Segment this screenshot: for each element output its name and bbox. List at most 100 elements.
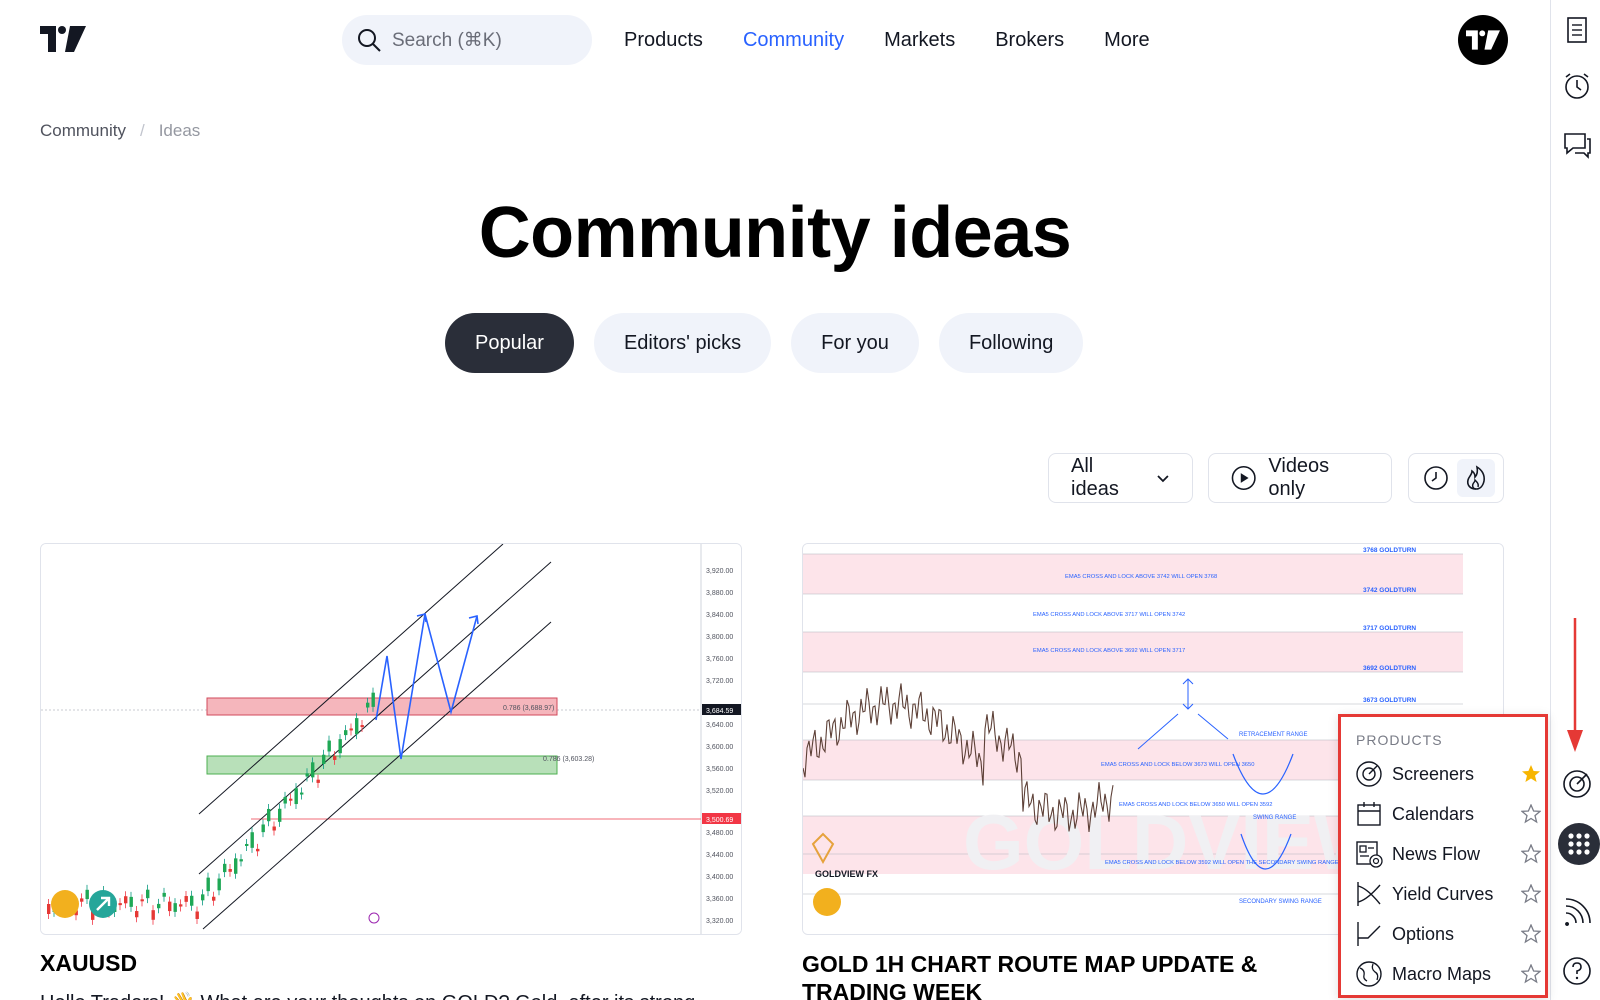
price-axis-label: 3,480.00 [706,830,733,837]
menu-label-macro-maps: Macro Maps [1392,963,1492,984]
breadcrumb-community[interactable]: Community [40,121,126,141]
candle-body [311,762,315,778]
candle-body [261,824,265,833]
candle-body [355,718,359,735]
menu-item-yield-curves[interactable]: Yield Curves [1355,876,1541,912]
author-badge-icon [51,890,79,918]
candle-body [162,892,166,897]
idea-card-chart-xauusd[interactable]: 3,920.00 3,880.00 3,840.00 3,800.00 3,760.00… [40,543,742,935]
alarm-clock-icon[interactable] [1561,70,1593,102]
videos-only-toggle[interactable]: Videos only [1208,453,1392,503]
candle-body [157,903,161,909]
idea-tabs: Popular Editors' picks For you Following [445,313,1084,373]
user-avatar[interactable] [1458,15,1508,65]
price-tag-label: 3,684.59 [706,708,733,715]
nav-markets[interactable]: Markets [884,26,955,54]
candle-body [184,896,188,902]
tab-editors-picks[interactable]: Editors' picks [593,313,772,373]
star-outline-icon[interactable] [1521,964,1541,984]
candle-body [118,903,122,906]
candle-body [327,740,331,752]
star-outline-icon[interactable] [1521,844,1541,864]
menu-label-news-flow: News Flow [1392,843,1481,864]
nav-brokers[interactable]: Brokers [995,26,1064,54]
chart-watermark: GOLDVIEW [963,798,1388,886]
sort-trending-button[interactable] [1457,459,1495,497]
menu-label-yield-curves: Yield Curves [1392,883,1494,904]
products-apps-button[interactable] [1558,823,1600,865]
candle-body [223,863,227,873]
candle-body [283,796,287,804]
star-outline-icon[interactable] [1521,884,1541,904]
menu-item-options[interactable]: Options [1355,916,1541,952]
range-label: SWING RANGE [1253,815,1296,821]
options-icon [1357,922,1381,946]
watchlist-icon[interactable] [1561,14,1593,46]
candle-body [278,808,282,822]
candle-body [316,779,320,783]
tradingview-logo[interactable] [40,26,86,52]
price-axis-label: 3,800.00 [706,634,733,641]
sort-latest-button[interactable] [1417,459,1455,497]
level-label: 3742 GOLDTURN [1363,587,1416,594]
candle-body [267,808,271,822]
candle-body [129,896,133,907]
nav-products[interactable]: Products [624,26,703,54]
candle-body [294,788,298,805]
right-sidebar [1550,0,1600,1000]
chat-icon[interactable] [1561,128,1593,160]
sort-toggle [1408,453,1504,503]
price-axis-label: 3,560.00 [706,766,733,773]
tab-popular[interactable]: Popular [445,313,574,373]
menu-item-screeners[interactable]: Screeners [1355,756,1541,792]
candle-body [333,756,337,760]
nav-community[interactable]: Community [743,26,844,54]
candle-body [206,877,210,892]
candle-body [305,773,309,777]
range-label: RETRACEMENT RANGE [1239,732,1308,738]
price-axis-label: 3,880.00 [706,590,733,597]
star-outline-icon[interactable] [1521,924,1541,944]
products-menu: PRODUCTS Screeners Calendars News Flow Y… [1338,714,1548,998]
xauusd-chart: 3,920.00 3,880.00 3,840.00 3,800.00 3,760.00… [41,544,741,934]
search-placeholder: Search (⌘K) [392,29,502,51]
menu-label-calendars: Calendars [1392,803,1475,824]
menu-item-news-flow[interactable]: News Flow [1355,836,1541,872]
menu-item-macro-maps[interactable]: Macro Maps [1355,956,1541,992]
candle-body [366,702,370,708]
tab-following[interactable]: Following [938,313,1084,373]
screener-icon[interactable] [1561,768,1593,800]
price-axis-label: 3,360.00 [706,896,733,903]
candle-body [146,889,150,899]
all-ideas-dropdown[interactable]: All ideas [1048,453,1193,503]
videos-only-label: Videos only [1268,455,1330,500]
candle-body [245,843,249,846]
price-axis-label: 3,640.00 [706,722,733,729]
nav-more[interactable]: More [1104,26,1150,54]
candle-body [168,901,172,912]
yield-curve-icon [1357,882,1381,906]
candle-body [190,895,194,906]
breadcrumb-ideas: Ideas [158,121,201,140]
candle-body [349,728,353,731]
red-arrow-annotation [1567,618,1583,752]
search-icon [358,29,381,52]
candle-body [151,910,155,920]
star-outline-icon[interactable] [1521,804,1541,824]
card-description: Hello Traders! 👋 What are your thoughts … [40,990,695,1000]
top-navigation: Products Community Markets Brokers More [624,26,1190,54]
candle-body [212,896,216,901]
level-label: 3673 GOLDTURN [1363,697,1416,704]
tab-for-you[interactable]: For you [791,313,919,373]
search-input[interactable]: Search (⌘K) [342,15,592,65]
card-title-gold-route-map[interactable]: GOLD 1H CHART ROUTE MAP UPDATE & TRADING… [802,950,1342,1000]
route-note: EMA5 CROSS AND LOCK ABOVE 3692 WILL OPEN… [1033,648,1185,654]
card-title-xauusd[interactable]: XAUUSD [40,950,137,977]
help-icon[interactable] [1561,954,1593,986]
price-axis-label: 3,720.00 [706,678,733,685]
play-icon [1231,465,1256,491]
star-filled-icon[interactable] [1521,764,1541,784]
stream-icon[interactable] [1561,896,1593,928]
menu-item-calendars[interactable]: Calendars [1355,796,1541,832]
page-title: Community ideas [478,193,1072,273]
